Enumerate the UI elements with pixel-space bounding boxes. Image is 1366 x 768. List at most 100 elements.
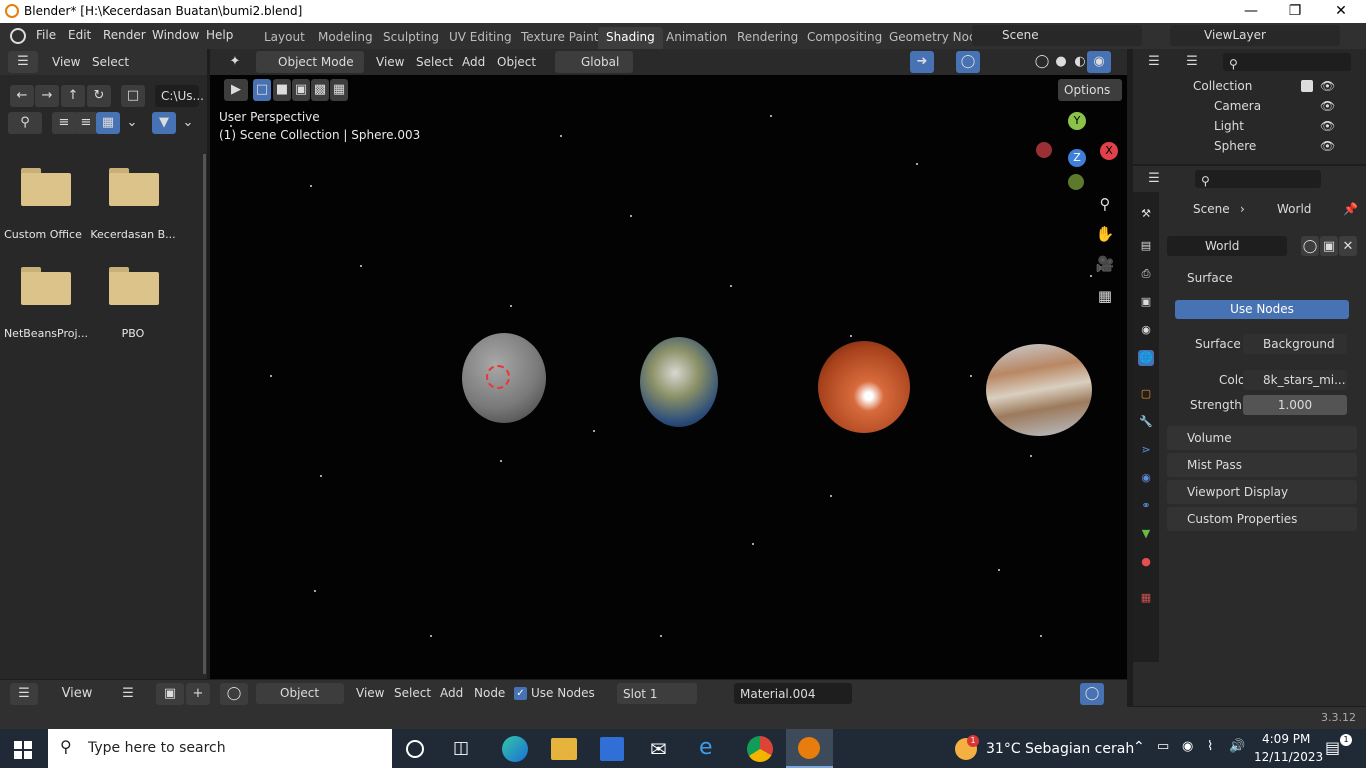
blender-menu-icon[interactable]: [10, 28, 26, 44]
fake-user-icon[interactable]: ◯: [1301, 236, 1319, 256]
options-dropdown[interactable]: Options: [1058, 79, 1122, 101]
back-arrow-icon[interactable]: ←: [10, 85, 34, 107]
windows-start-icon[interactable]: [14, 741, 32, 759]
volume-icon[interactable]: 🔊: [1229, 739, 1245, 754]
taskbar-blender-app[interactable]: [786, 729, 833, 768]
viewport-menu-add[interactable]: Add: [462, 55, 485, 69]
parent-directory-icon[interactable]: ↑: [61, 85, 85, 107]
mail-icon[interactable]: ✉: [650, 737, 667, 761]
display-list-wide-icon[interactable]: ≡: [74, 112, 98, 134]
task-view-icon[interactable]: ◫: [453, 738, 469, 758]
material-tab-icon[interactable]: ●: [1138, 554, 1154, 570]
folder-icon[interactable]: [21, 168, 71, 206]
gizmo-y-axis[interactable]: Y: [1068, 112, 1086, 130]
chevron-up-icon[interactable]: ⌃: [1133, 739, 1145, 755]
close-window-button[interactable]: ✕: [1318, 0, 1364, 23]
breadcrumb-world[interactable]: World: [1277, 202, 1311, 216]
tool-tab-icon[interactable]: ⚒: [1138, 206, 1154, 222]
color-node-field[interactable]: 8k_stars_mi...: [1243, 370, 1347, 390]
visibility-eye-icon[interactable]: 👁: [1320, 79, 1335, 93]
rendered-shading-icon[interactable]: ◉: [1087, 51, 1111, 73]
scene-tab-icon[interactable]: ◉: [1138, 322, 1154, 338]
battery-icon[interactable]: ▭: [1157, 739, 1169, 754]
gizmo-x-axis[interactable]: X: [1100, 142, 1118, 160]
add-icon[interactable]: +: [186, 683, 210, 705]
node-menu-select[interactable]: Select: [394, 686, 431, 700]
select-mode-intersect-icon[interactable]: ▦: [330, 79, 348, 101]
view-layer-selector[interactable]: ViewLayer: [1170, 25, 1340, 46]
menu-edit[interactable]: Edit: [68, 28, 91, 42]
node-menu-node[interactable]: Node: [474, 686, 505, 700]
overlay-toggle-icon[interactable]: ◯: [1080, 683, 1104, 705]
custom-properties-section-header[interactable]: Custom Properties: [1167, 507, 1357, 531]
microsoft-store-icon[interactable]: [600, 737, 624, 761]
tab-layout[interactable]: Layout: [256, 27, 313, 49]
select-tool-icon[interactable]: ▶: [224, 79, 248, 101]
filter-icon[interactable]: ▼: [152, 112, 176, 134]
surface-section-header[interactable]: Surface: [1167, 266, 1357, 290]
visibility-eye-icon[interactable]: 👁: [1320, 139, 1335, 153]
object-tab-icon[interactable]: ▢: [1138, 386, 1154, 402]
folder-label[interactable]: NetBeansProj...: [1, 327, 91, 340]
outliner-item-sphere[interactable]: Sphere: [1214, 139, 1256, 153]
forward-arrow-icon[interactable]: →: [35, 85, 59, 107]
scrollbar[interactable]: [203, 154, 206, 674]
overlay-toggle-icon[interactable]: ◯: [956, 51, 980, 73]
display-dropdown-icon[interactable]: ⌄: [120, 112, 144, 134]
3d-viewport[interactable]: User Perspective (1) Scene Collection | …: [210, 75, 1127, 679]
earth-sphere[interactable]: [640, 337, 718, 427]
notification-center-icon[interactable]: ▤: [1325, 738, 1340, 757]
viewport-menu-view[interactable]: View: [376, 55, 404, 69]
menu-file[interactable]: File: [36, 28, 56, 42]
collection-checkbox[interactable]: [1301, 80, 1313, 92]
duplicate-icon[interactable]: ▣: [1320, 236, 1338, 256]
perspective-grid-icon[interactable]: ▦: [1093, 285, 1117, 307]
file-explorer-icon[interactable]: [551, 738, 577, 760]
menu-window[interactable]: Window: [152, 28, 199, 42]
tab-animation[interactable]: Animation: [658, 27, 735, 49]
menu-help[interactable]: Help: [206, 28, 233, 42]
menu-render[interactable]: Render: [103, 28, 146, 42]
node-menu-view[interactable]: View: [356, 686, 384, 700]
scene-selector[interactable]: Scene: [972, 25, 1142, 46]
internet-explorer-icon[interactable]: e: [699, 735, 713, 760]
folder-icon[interactable]: [21, 267, 71, 305]
edge-browser-icon[interactable]: [502, 736, 528, 762]
node-menu-add[interactable]: Add: [440, 686, 463, 700]
tab-modeling[interactable]: Modeling: [310, 27, 381, 49]
breadcrumb-scene[interactable]: Scene: [1193, 202, 1230, 216]
tab-uv-editing[interactable]: UV Editing: [441, 27, 520, 49]
gizmo-toggle-icon[interactable]: ➜: [910, 51, 934, 73]
slot-selector[interactable]: Slot 1: [617, 683, 697, 704]
viewport-menu-select[interactable]: Select: [416, 55, 453, 69]
properties-search-input[interactable]: ⚲: [1195, 170, 1321, 188]
refresh-icon[interactable]: ↻: [87, 85, 111, 107]
pin-icon[interactable]: 📌: [1343, 202, 1358, 216]
select-mode-extend-icon[interactable]: ■: [273, 79, 291, 101]
file-browser-menu-view[interactable]: View: [52, 55, 80, 69]
shader-type-selector[interactable]: Object: [256, 683, 344, 704]
display-list-icon[interactable]: ≡: [52, 112, 76, 134]
outliner-item-collection[interactable]: Collection: [1193, 79, 1252, 93]
taskbar-search-box[interactable]: ⚲ Type here to search: [48, 729, 392, 768]
cortana-icon[interactable]: [406, 740, 424, 758]
use-nodes-button[interactable]: Use Nodes: [1175, 300, 1349, 319]
volume-section-header[interactable]: Volume: [1167, 426, 1357, 450]
modifier-tab-icon[interactable]: 🔧: [1138, 414, 1154, 430]
node-editor-type-icon[interactable]: ◯: [220, 683, 248, 705]
editor-type-icon[interactable]: ☰: [10, 683, 38, 705]
strength-slider[interactable]: 1.000: [1243, 395, 1347, 415]
folder-label[interactable]: PBO: [88, 327, 178, 340]
file-browser-view-menu[interactable]: View: [48, 683, 106, 705]
select-mode-invert-icon[interactable]: ▩: [311, 79, 329, 101]
editor-type-icon[interactable]: ☰: [1139, 168, 1169, 190]
folder-label[interactable]: Kecerdasan B...: [88, 228, 178, 241]
clock-date[interactable]: 12/11/2023: [1254, 750, 1323, 764]
meet-now-icon[interactable]: ◉: [1182, 739, 1193, 754]
hand-pan-icon[interactable]: ✋: [1093, 223, 1117, 245]
select-mode-subtract-icon[interactable]: ▣: [292, 79, 310, 101]
editor-type-icon[interactable]: ☰: [1139, 51, 1169, 73]
constraints-tab-icon[interactable]: ⚭: [1138, 498, 1154, 514]
texture-tab-icon[interactable]: ▦: [1138, 590, 1154, 606]
use-nodes-checkbox[interactable]: ✓: [514, 687, 527, 700]
